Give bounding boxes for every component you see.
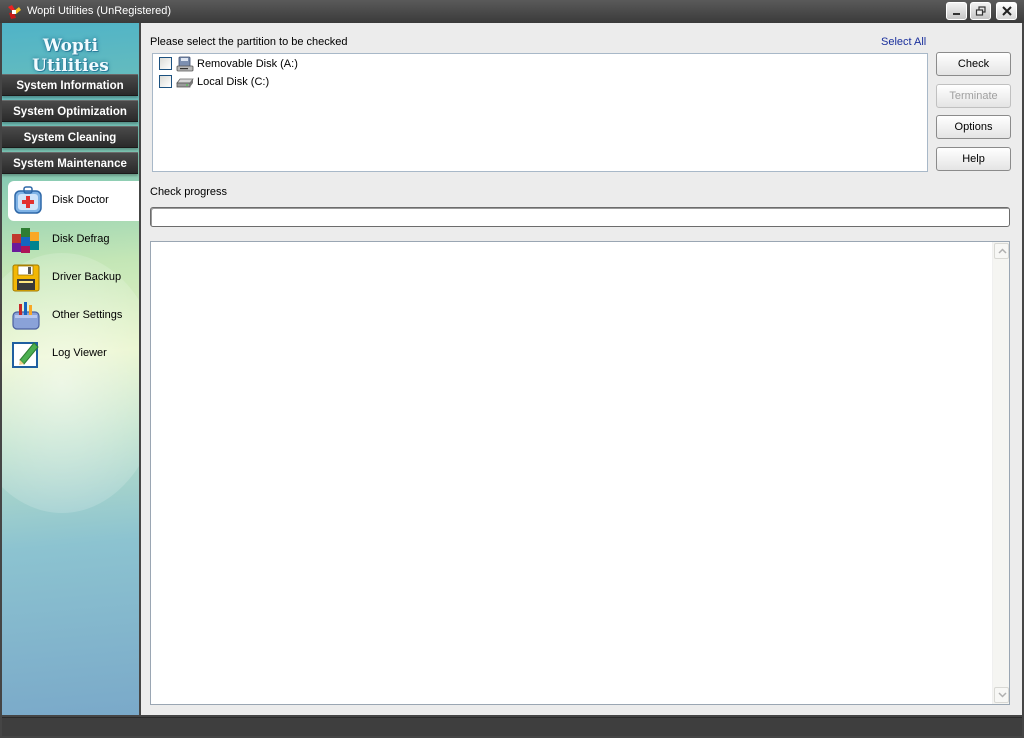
- log-scrollbar[interactable]: [992, 242, 1009, 704]
- log-output-area[interactable]: [150, 241, 1010, 705]
- chevron-up-icon: [998, 248, 1007, 254]
- tool-other-settings[interactable]: Other Settings: [8, 297, 139, 335]
- close-button[interactable]: [996, 2, 1017, 20]
- minimize-button[interactable]: [946, 2, 967, 20]
- tool-disk-defrag[interactable]: Disk Defrag: [8, 221, 139, 259]
- partition-row[interactable]: Local Disk (C:): [159, 74, 459, 90]
- category-system-cleaning[interactable]: System Cleaning: [2, 126, 138, 148]
- partition-label-c: Local Disk (C:): [197, 76, 270, 88]
- defrag-blocks-icon: [12, 228, 39, 253]
- close-icon: [1002, 6, 1012, 16]
- category-system-information[interactable]: System Information: [2, 74, 138, 96]
- partition-checkbox-a[interactable]: [159, 57, 172, 70]
- minimize-icon: [953, 13, 960, 15]
- window-title: Wopti Utilities (UnRegistered): [27, 5, 172, 17]
- restore-button[interactable]: [970, 2, 991, 20]
- partition-prompt-label: Please select the partition to be checke…: [150, 36, 348, 48]
- tool-label-log-viewer: Log Viewer: [52, 347, 107, 359]
- tool-driver-backup[interactable]: Driver Backup: [8, 259, 139, 297]
- first-aid-kit-icon: [14, 186, 42, 214]
- terminate-button[interactable]: Terminate: [936, 84, 1011, 108]
- restore-icon: [975, 6, 986, 16]
- category-system-maintenance[interactable]: System Maintenance: [2, 152, 138, 174]
- options-button[interactable]: Options: [936, 115, 1011, 139]
- partition-list[interactable]: Removable Disk (A:) Local Disk (C:): [152, 53, 928, 172]
- app-window: Wopti Utilities (UnRegistered) Wopti Uti…: [0, 0, 1024, 738]
- sidebar: Wopti Utilities System Information Syste…: [2, 23, 139, 715]
- scroll-down-button[interactable]: [994, 687, 1009, 703]
- floppy-drive-icon: [176, 56, 194, 72]
- status-bar: [2, 717, 1022, 736]
- notepad-pencil-icon: [12, 342, 39, 368]
- select-all-link[interactable]: Select All: [881, 36, 926, 48]
- chevron-down-icon: [998, 692, 1007, 698]
- partition-row[interactable]: Removable Disk (A:): [159, 56, 459, 72]
- help-button[interactable]: Help: [936, 147, 1011, 171]
- partition-checkbox-c[interactable]: [159, 75, 172, 88]
- tool-label-driver-backup: Driver Backup: [52, 271, 122, 283]
- tool-disk-doctor[interactable]: Disk Doctor: [8, 181, 139, 221]
- floppy-disk-icon: [12, 264, 40, 292]
- toolbox-icon: [12, 302, 40, 330]
- scroll-up-button[interactable]: [994, 243, 1009, 259]
- tool-label-disk-defrag: Disk Defrag: [52, 233, 110, 245]
- category-system-optimization[interactable]: System Optimization: [2, 100, 138, 122]
- check-progress-label: Check progress: [150, 186, 228, 198]
- tool-label-other-settings: Other Settings: [52, 309, 123, 321]
- brand-logo: Wopti Utilities: [32, 36, 109, 76]
- tool-log-viewer[interactable]: Log Viewer: [8, 335, 139, 373]
- check-progress-bar: [150, 207, 1010, 227]
- app-logo-icon: [8, 5, 21, 19]
- partition-label-a: Removable Disk (A:): [197, 58, 298, 70]
- check-button[interactable]: Check: [936, 52, 1011, 76]
- tool-label-disk-doctor: Disk Doctor: [52, 194, 109, 206]
- title-bar[interactable]: Wopti Utilities (UnRegistered): [0, 0, 1024, 23]
- main-panel: Please select the partition to be checke…: [141, 23, 1022, 715]
- hard-drive-icon: [176, 78, 194, 88]
